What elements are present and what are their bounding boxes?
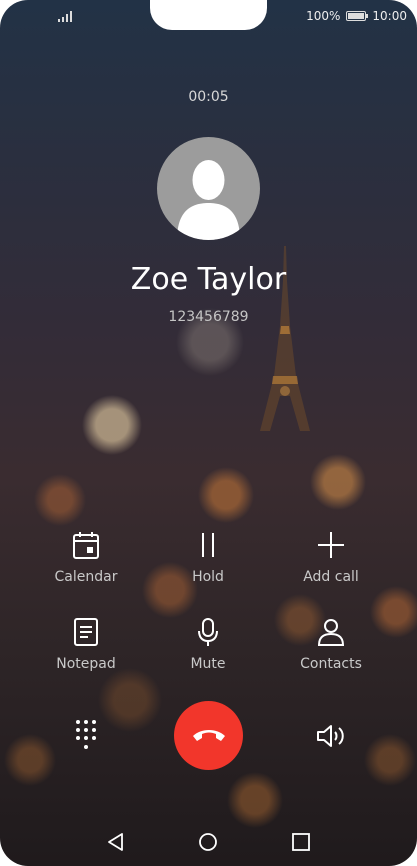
add-call-label: Add call [303,569,359,585]
contacts-button[interactable]: Contacts [271,617,391,672]
speaker-icon [317,725,344,747]
status-time: 10:00 [372,9,407,23]
contact-name: Zoe Taylor [130,262,287,297]
battery-icon [346,11,369,21]
phone-number: 123456789 [168,309,249,325]
plus-icon [271,530,391,560]
navigation-bar [0,826,417,858]
status-right: 100% 10:00 [306,9,407,23]
person-icon [271,617,391,647]
pause-icon [148,530,268,560]
notepad-button[interactable]: Notepad [26,617,146,672]
home-icon[interactable] [198,832,218,852]
dialpad-button[interactable] [66,715,106,755]
calendar-icon [26,530,146,560]
person-silhouette-icon [177,160,240,240]
contact-avatar [157,137,260,240]
back-icon[interactable] [106,832,126,852]
call-screen: 100% 10:00 00:05 Zoe Taylor 123456789 Ca… [0,0,417,866]
calendar-label: Calendar [54,569,118,585]
mute-button[interactable]: Mute [148,617,268,672]
end-call-icon [192,729,225,741]
notepad-label: Notepad [56,656,116,672]
signal-icon [58,10,72,22]
dialpad-icon [76,720,96,749]
call-duration: 00:05 [188,89,229,105]
contacts-label: Contacts [300,656,362,672]
add-call-button[interactable]: Add call [271,530,391,585]
notepad-icon [26,617,146,647]
status-bar: 100% 10:00 [0,0,417,32]
calendar-button[interactable]: Calendar [26,530,146,585]
end-call-button[interactable] [174,701,243,770]
battery-percent: 100% [306,9,341,23]
recents-icon[interactable] [291,832,311,852]
microphone-icon [148,617,268,647]
speaker-button[interactable] [310,716,354,756]
hold-button[interactable]: Hold [148,530,268,585]
mute-label: Mute [190,656,226,672]
hold-label: Hold [192,569,224,585]
